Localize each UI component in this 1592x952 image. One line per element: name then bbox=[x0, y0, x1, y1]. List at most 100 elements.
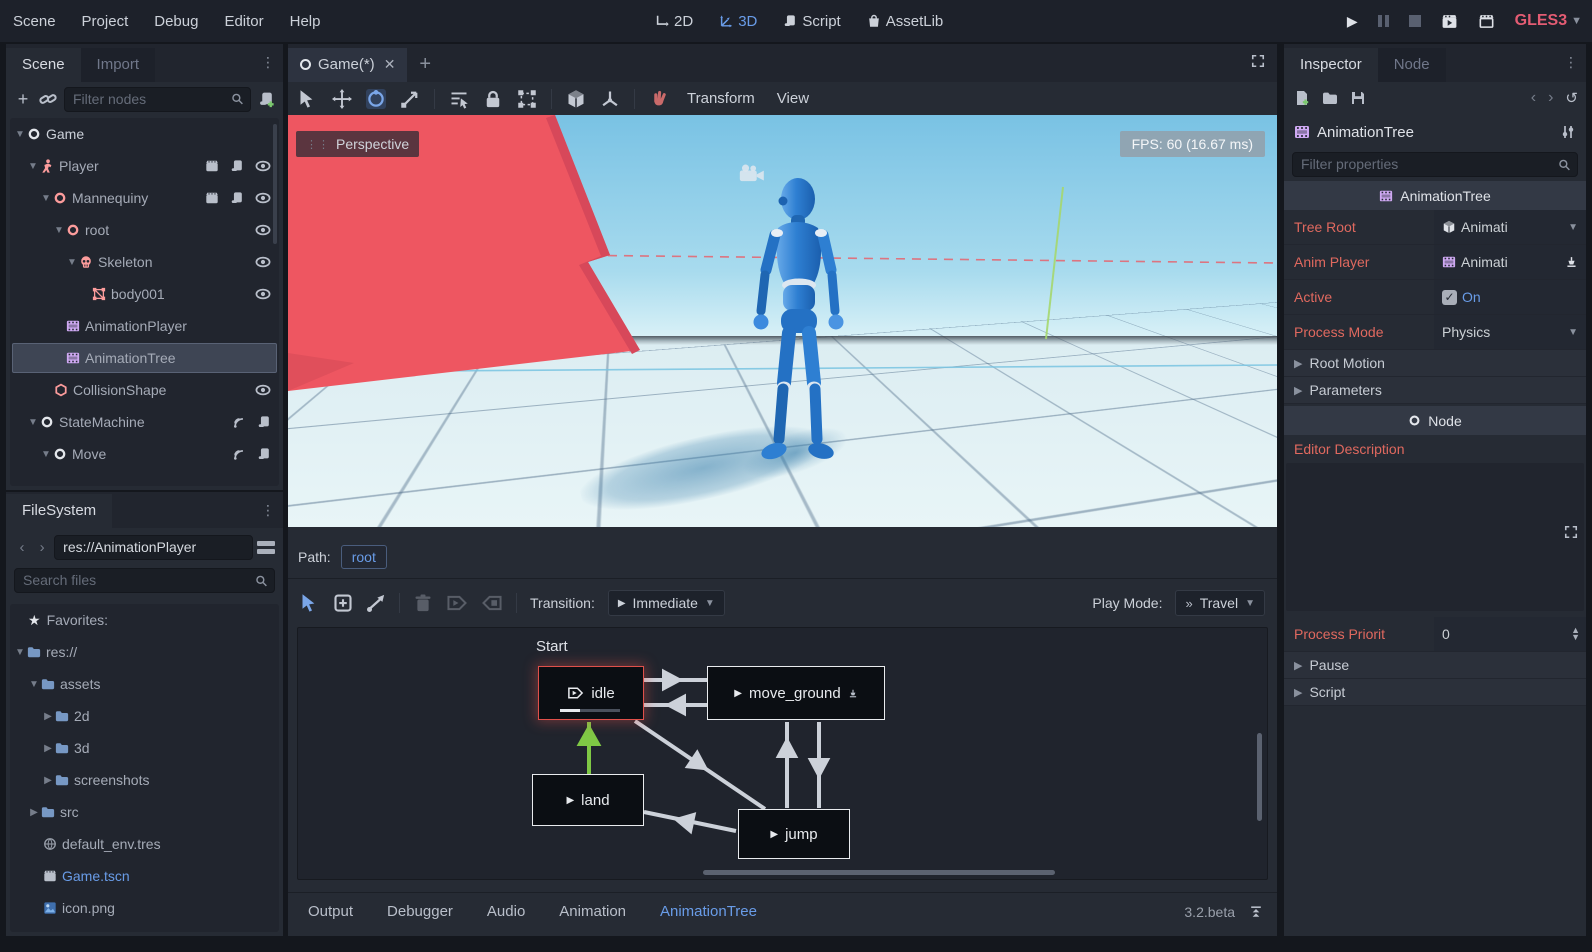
rotate-tool-icon[interactable] bbox=[366, 89, 386, 109]
sm-delete-icon[interactable] bbox=[413, 593, 433, 613]
local-coords-icon[interactable] bbox=[600, 89, 620, 109]
visibility-eye-icon[interactable] bbox=[255, 287, 271, 301]
chevron-down-icon[interactable]: ▼ bbox=[14, 129, 26, 140]
forward-icon[interactable]: › bbox=[34, 539, 50, 556]
anim-player-value[interactable]: Animati bbox=[1434, 245, 1586, 279]
visibility-eye-icon[interactable] bbox=[255, 255, 271, 269]
tree-root-value[interactable]: Animati ▼ bbox=[1434, 210, 1586, 244]
transform-menu[interactable]: Transform bbox=[683, 90, 759, 107]
chevron-down-icon[interactable]: ▼ bbox=[53, 225, 65, 236]
fs-row-default-env[interactable]: default_env.tres bbox=[10, 828, 279, 860]
pause-button[interactable] bbox=[1378, 15, 1389, 27]
movie-icon[interactable] bbox=[205, 191, 219, 205]
play-icon[interactable]: ▶ bbox=[770, 829, 778, 840]
chevron-down-icon[interactable]: ▼ bbox=[40, 193, 52, 204]
scale-tool-icon[interactable] bbox=[400, 89, 420, 109]
dock-menu-icon[interactable]: ⋮ bbox=[261, 54, 275, 71]
play-mode-dropdown[interactable]: » Travel ▼ bbox=[1175, 590, 1265, 616]
menu-editor[interactable]: Editor bbox=[211, 13, 276, 30]
tab-inspector[interactable]: Inspector bbox=[1284, 48, 1378, 82]
dock-menu-icon[interactable]: ⋮ bbox=[261, 502, 275, 519]
fs-row-icon-png[interactable]: icon.png bbox=[10, 892, 279, 924]
pin-icon[interactable] bbox=[1565, 255, 1578, 269]
fs-row-src[interactable]: ▶ src bbox=[10, 796, 279, 828]
select-tool-icon[interactable] bbox=[298, 89, 318, 109]
tab-scene[interactable]: Scene bbox=[6, 48, 81, 82]
signal-icon[interactable] bbox=[232, 447, 246, 461]
tab-import[interactable]: Import bbox=[81, 48, 156, 82]
override-camera-icon[interactable] bbox=[649, 89, 669, 109]
chevron-down-icon[interactable]: ▼ bbox=[1568, 222, 1578, 233]
play-custom-scene-button[interactable] bbox=[1478, 13, 1495, 30]
edit-pin-icon[interactable] bbox=[848, 687, 858, 700]
fs-row-3d[interactable]: ▶ 3d bbox=[10, 732, 279, 764]
chevron-right-icon[interactable]: ▶ bbox=[42, 743, 54, 754]
tools-icon[interactable] bbox=[1560, 124, 1576, 140]
fs-row-res[interactable]: ▼ res:// bbox=[10, 636, 279, 668]
chevron-right-icon[interactable]: ▶ bbox=[28, 807, 40, 818]
state-node-idle[interactable]: idle bbox=[538, 666, 644, 720]
view-menu[interactable]: View bbox=[773, 90, 813, 107]
tree-row-skeleton[interactable]: ▼ Skeleton bbox=[10, 246, 279, 278]
stop-button[interactable] bbox=[1409, 15, 1421, 27]
history-icon[interactable]: ↺ bbox=[1565, 89, 1578, 107]
chevron-down-icon[interactable]: ▼ bbox=[27, 161, 39, 172]
fs-row-2d[interactable]: ▶ 2d bbox=[10, 700, 279, 732]
active-value[interactable]: ✓ On bbox=[1434, 280, 1586, 314]
dock-menu-icon[interactable]: ⋮ bbox=[1564, 54, 1578, 71]
tab-animation[interactable]: Animation bbox=[559, 903, 626, 920]
sm-end-node-icon[interactable] bbox=[481, 593, 503, 613]
tree-row-animationplayer[interactable]: AnimationPlayer bbox=[10, 310, 279, 342]
tab-audio[interactable]: Audio bbox=[487, 903, 525, 920]
scrollbar[interactable] bbox=[1257, 733, 1262, 821]
mode-assetlib-button[interactable]: AssetLib bbox=[867, 13, 944, 30]
chevron-down-icon[interactable]: ▼ bbox=[14, 647, 26, 658]
tab-filesystem[interactable]: FileSystem bbox=[6, 494, 112, 528]
menu-scene[interactable]: Scene bbox=[0, 13, 69, 30]
split-mode-icon[interactable] bbox=[257, 541, 275, 554]
search-files-input[interactable] bbox=[14, 568, 275, 593]
mode-script-button[interactable]: Script bbox=[783, 13, 840, 30]
filter-properties-input[interactable] bbox=[1292, 152, 1578, 177]
3d-viewport[interactable]: ⋮⋮ Perspective FPS: 60 (16.67 ms) bbox=[288, 115, 1277, 527]
collapse-bottom-panel-icon[interactable] bbox=[1249, 905, 1263, 919]
movie-icon[interactable] bbox=[205, 159, 219, 173]
transition-dropdown[interactable]: ▶ Immediate ▼ bbox=[608, 590, 725, 616]
scene-tab-game[interactable]: Game(*) ✕ bbox=[288, 48, 407, 82]
state-node-jump[interactable]: ▶ jump bbox=[738, 809, 850, 859]
script-icon[interactable] bbox=[230, 159, 244, 173]
visibility-eye-icon[interactable] bbox=[255, 191, 271, 205]
signal-icon[interactable] bbox=[232, 415, 246, 429]
fs-row-favorites[interactable]: ★ Favorites: bbox=[10, 604, 279, 636]
lock-icon[interactable] bbox=[483, 89, 503, 109]
mode-2d-button[interactable]: 2D bbox=[655, 13, 693, 30]
path-root-button[interactable]: root bbox=[341, 545, 387, 569]
scrollbar[interactable] bbox=[273, 124, 277, 244]
chevron-down-icon[interactable]: ▼ bbox=[40, 449, 52, 460]
tree-row-player[interactable]: ▼ Player bbox=[10, 150, 279, 182]
camera-gizmo-icon[interactable] bbox=[736, 163, 766, 183]
new-scene-tab-button[interactable]: + bbox=[407, 53, 443, 82]
group-pause[interactable]: ▶ Pause bbox=[1284, 652, 1586, 679]
tree-row-game[interactable]: ▼ Game bbox=[10, 118, 279, 150]
visibility-eye-icon[interactable] bbox=[255, 223, 271, 237]
history-forward-icon[interactable]: › bbox=[1548, 89, 1553, 107]
fs-row-screenshots[interactable]: ▶ screenshots bbox=[10, 764, 279, 796]
group-script[interactable]: ▶ Script bbox=[1284, 679, 1586, 706]
visibility-eye-icon[interactable] bbox=[255, 159, 271, 173]
move-tool-icon[interactable] bbox=[332, 89, 352, 109]
new-resource-icon[interactable] bbox=[1294, 90, 1310, 106]
sm-connect-nodes-icon[interactable] bbox=[366, 593, 386, 613]
tab-animationtree[interactable]: AnimationTree bbox=[660, 903, 757, 920]
sm-autoplay-icon[interactable] bbox=[446, 593, 468, 613]
script-icon[interactable] bbox=[257, 447, 271, 461]
play-icon[interactable]: ▶ bbox=[734, 688, 742, 699]
sm-select-tool-icon[interactable] bbox=[300, 593, 320, 613]
state-machine-graph[interactable]: Start idle ▶ move_ground ▶ land ▶ jump bbox=[297, 627, 1268, 880]
tree-row-collisionshape[interactable]: CollisionShape bbox=[10, 374, 279, 406]
chevron-right-icon[interactable]: ▶ bbox=[42, 775, 54, 786]
instance-scene-button[interactable] bbox=[39, 90, 57, 108]
fs-row-game-tscn[interactable]: Game.tscn bbox=[10, 860, 279, 892]
play-scene-button[interactable] bbox=[1441, 13, 1458, 30]
add-node-button[interactable]: + bbox=[14, 90, 32, 108]
